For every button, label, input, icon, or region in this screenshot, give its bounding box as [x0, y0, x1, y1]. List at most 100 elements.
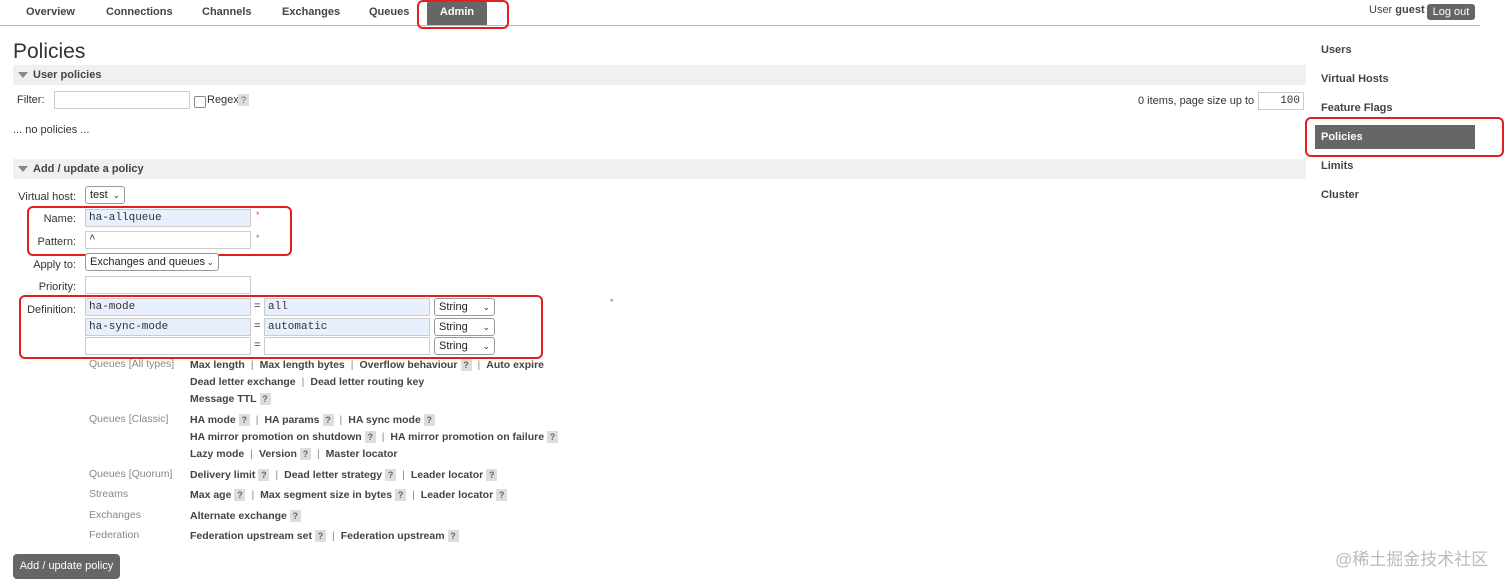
- hint-ha-sync-mode[interactable]: HA sync mode: [348, 414, 421, 426]
- top-navigation: Overview Connections Channels Exchanges …: [0, 0, 1480, 26]
- chevron-down-icon: ⌄: [482, 341, 490, 351]
- regex-help-icon[interactable]: ?: [238, 94, 249, 106]
- definition-value-input[interactable]: [264, 318, 430, 336]
- help-icon[interactable]: ?: [460, 359, 472, 372]
- definition-type-select[interactable]: String ⌄: [434, 337, 495, 355]
- help-icon[interactable]: ?: [259, 393, 271, 406]
- pattern-input[interactable]: [85, 231, 251, 249]
- hint-federation-upstream-set[interactable]: Federation upstream set: [190, 530, 312, 542]
- hint-max-segment-size[interactable]: Max segment size in bytes: [260, 489, 392, 501]
- category-federation: Federation: [89, 529, 140, 541]
- hint-dead-letter-exchange[interactable]: Dead letter exchange: [190, 376, 296, 388]
- tab-channels[interactable]: Channels: [202, 0, 252, 25]
- hint-max-age[interactable]: Max age: [190, 489, 231, 501]
- hint-stream-leader-locator[interactable]: Leader locator: [421, 489, 493, 501]
- hint-overflow-behaviour[interactable]: Overflow behaviour: [360, 359, 458, 371]
- vhost-select-value: test: [90, 189, 108, 201]
- pattern-required-mark: *: [256, 233, 260, 243]
- add-update-policy-button[interactable]: Add / update policy: [13, 554, 120, 579]
- hint-line: Delivery limit? | Dead letter strategy? | Le…: [190, 469, 498, 482]
- hint-message-ttl[interactable]: Message TTL: [190, 393, 257, 405]
- help-icon[interactable]: ?: [547, 431, 559, 444]
- tab-queues[interactable]: Queues: [369, 0, 409, 25]
- hint-ha-mirror-promotion-failure[interactable]: HA mirror promotion on failure: [390, 431, 544, 443]
- hint-max-length[interactable]: Max length: [190, 359, 245, 371]
- filter-input[interactable]: [54, 91, 190, 109]
- name-input[interactable]: [85, 209, 251, 227]
- sidebar-item-cluster[interactable]: Cluster: [1321, 189, 1359, 201]
- collapse-triangle-icon: [18, 72, 28, 79]
- help-icon[interactable]: ?: [234, 489, 246, 502]
- hint-line: HA mirror promotion on shutdown? | HA mirr…: [190, 431, 559, 444]
- hint-lazy-mode[interactable]: Lazy mode: [190, 448, 244, 460]
- watermark-text: @稀土掘金技术社区: [1335, 550, 1489, 569]
- hint-max-length-bytes[interactable]: Max length bytes: [260, 359, 345, 371]
- help-icon[interactable]: ?: [385, 469, 397, 482]
- definition-type-select[interactable]: String ⌄: [434, 298, 495, 316]
- separator: |: [255, 414, 259, 426]
- definition-type-value: String: [439, 321, 468, 333]
- hint-version[interactable]: Version: [259, 448, 297, 460]
- hint-federation-upstream[interactable]: Federation upstream: [341, 530, 445, 542]
- equals-sign: =: [254, 320, 261, 332]
- sidebar-item-feature-flags[interactable]: Feature Flags: [1321, 102, 1393, 114]
- hint-line: Message TTL?: [190, 393, 271, 406]
- definition-key-input[interactable]: [85, 298, 251, 316]
- separator: |: [477, 359, 481, 371]
- apply-to-select[interactable]: Exchanges and queues ⌄: [85, 253, 219, 271]
- definition-key-input[interactable]: [85, 318, 251, 336]
- hint-dead-letter-routing-key[interactable]: Dead letter routing key: [310, 376, 424, 388]
- section-add-policy-heading: Add / update a policy: [33, 163, 144, 175]
- tab-connections[interactable]: Connections: [106, 0, 173, 25]
- hint-dead-letter-strategy[interactable]: Dead letter strategy: [284, 469, 382, 481]
- page-size-input[interactable]: [1258, 92, 1304, 110]
- definition-type-select[interactable]: String ⌄: [434, 318, 495, 336]
- definition-value-input[interactable]: [264, 337, 430, 355]
- hint-auto-expire[interactable]: Auto expire: [486, 359, 544, 371]
- hint-ha-params[interactable]: HA params: [264, 414, 319, 426]
- hint-line: HA mode? | HA params? | HA sync mode?: [190, 414, 435, 427]
- sidebar-item-users[interactable]: Users: [1321, 44, 1352, 56]
- help-icon[interactable]: ?: [423, 414, 435, 427]
- priority-input[interactable]: [85, 276, 251, 294]
- hint-ha-mode[interactable]: HA mode: [190, 414, 236, 426]
- logout-button[interactable]: Log out: [1427, 4, 1475, 20]
- definition-type-value: String: [439, 301, 468, 313]
- hint-leader-locator[interactable]: Leader locator: [411, 469, 483, 481]
- help-icon[interactable]: ?: [486, 469, 498, 482]
- help-icon[interactable]: ?: [258, 469, 270, 482]
- hint-master-locator[interactable]: Master locator: [326, 448, 398, 460]
- tab-admin[interactable]: Admin: [427, 0, 487, 25]
- tab-exchanges[interactable]: Exchanges: [282, 0, 340, 25]
- help-icon[interactable]: ?: [299, 448, 311, 461]
- help-icon[interactable]: ?: [322, 414, 334, 427]
- hint-alternate-exchange[interactable]: Alternate exchange: [190, 510, 287, 522]
- category-exchanges: Exchanges: [89, 509, 141, 521]
- hint-ha-mirror-promotion-shutdown[interactable]: HA mirror promotion on shutdown: [190, 431, 362, 443]
- help-icon[interactable]: ?: [447, 530, 459, 543]
- sidebar-item-virtual-hosts[interactable]: Virtual Hosts: [1321, 73, 1389, 85]
- tab-overview[interactable]: Overview: [26, 0, 75, 25]
- chevron-down-icon: ⌄: [482, 322, 490, 332]
- regex-checkbox[interactable]: [194, 96, 206, 108]
- help-icon[interactable]: ?: [364, 431, 376, 444]
- hint-delivery-limit[interactable]: Delivery limit: [190, 469, 255, 481]
- sidebar-item-limits[interactable]: Limits: [1321, 160, 1353, 172]
- category-queues-all: Queues [All types]: [89, 358, 175, 370]
- definition-key-input[interactable]: [85, 337, 251, 355]
- user-name: guest: [1395, 4, 1425, 16]
- filter-label: Filter:: [17, 94, 45, 106]
- help-icon[interactable]: ?: [289, 510, 301, 523]
- help-icon[interactable]: ?: [496, 489, 508, 502]
- vhost-select[interactable]: test ⌄: [85, 186, 125, 204]
- help-icon[interactable]: ?: [395, 489, 407, 502]
- help-icon[interactable]: ?: [314, 530, 326, 543]
- section-user-policies[interactable]: User policies: [13, 65, 1306, 85]
- page-title: Policies: [13, 40, 86, 63]
- sidebar-item-policies[interactable]: Policies: [1315, 125, 1475, 149]
- section-add-policy[interactable]: Add / update a policy: [13, 159, 1306, 179]
- help-icon[interactable]: ?: [238, 414, 250, 427]
- definition-value-input[interactable]: [264, 298, 430, 316]
- pattern-label: Pattern:: [37, 236, 76, 248]
- section-user-policies-heading: User policies: [33, 69, 102, 81]
